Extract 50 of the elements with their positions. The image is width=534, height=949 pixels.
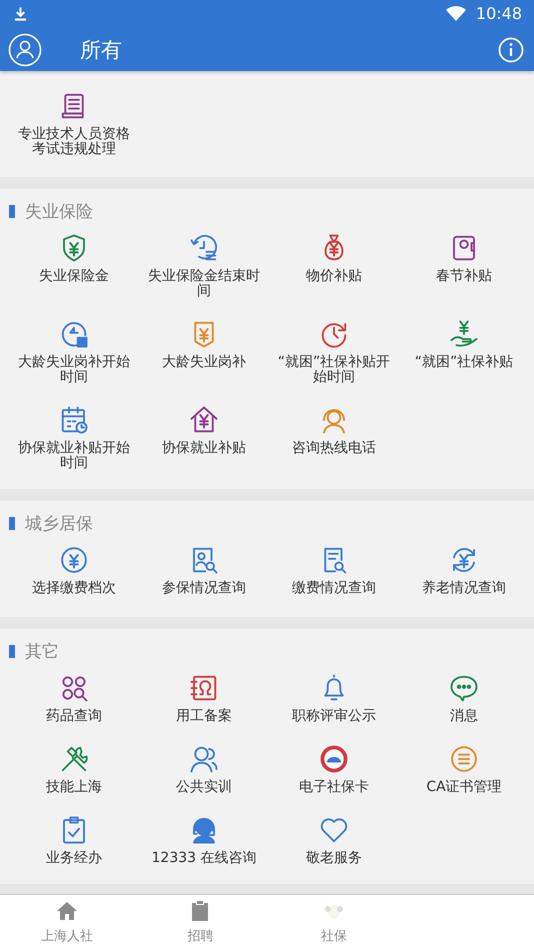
service-item[interactable]: 失业保险金: [9, 231, 139, 318]
service-item[interactable]: 敬老服务: [269, 813, 399, 884]
section-marker: [9, 644, 15, 658]
service-item[interactable]: 咨询热线电话: [269, 403, 399, 490]
service-item[interactable]: 物价补贴: [269, 231, 399, 318]
chat-icon: [449, 673, 479, 704]
section-title: 城乡居保: [25, 512, 93, 535]
service-item[interactable]: 大龄失业岗补开始时间: [9, 317, 139, 404]
emblem-icon: [319, 744, 349, 774]
section-title: 其它: [25, 640, 59, 663]
info-button[interactable]: [498, 36, 524, 63]
section-marker: [9, 204, 15, 218]
download-icon: [14, 6, 27, 22]
service-item[interactable]: 消息: [399, 671, 529, 742]
service-item[interactable]: 药品查询: [9, 671, 139, 742]
service-item[interactable]: “就困”社保补贴: [399, 317, 529, 404]
service-item[interactable]: 养老情况查询: [399, 543, 529, 618]
people-icon: [189, 744, 219, 774]
tab[interactable]: 社保: [267, 895, 400, 949]
clock-pause-icon: [59, 319, 89, 350]
service-item[interactable]: CA证书管理: [399, 742, 529, 814]
service-item[interactable]: 协保就业补贴开始时间: [9, 403, 139, 490]
service-item[interactable]: 春节补贴: [399, 231, 529, 318]
tab[interactable]: 上海人社: [0, 895, 134, 949]
service-item[interactable]: 选择缴费档次: [9, 543, 139, 618]
yen-circle-icon: [59, 545, 89, 576]
service-item[interactable]: 大龄失业岗补: [139, 317, 269, 404]
hand-yen-icon: [449, 319, 479, 350]
service-item[interactable]: 专业技术人员资格考试违规处理: [9, 89, 139, 176]
service-item[interactable]: 参保情况查询: [139, 543, 269, 618]
service-item[interactable]: 职称评审公示: [269, 671, 399, 742]
service-item[interactable]: 业务经办: [9, 813, 139, 884]
profile-button[interactable]: [8, 32, 42, 67]
section-title: 失业保险: [25, 200, 93, 223]
service-item[interactable]: 失业保险金结束时间: [139, 231, 269, 318]
service-item[interactable]: 12333 在线咨询: [139, 813, 269, 884]
status-time: 10:48: [476, 4, 522, 24]
service-item[interactable]: 协保就业补贴: [139, 403, 269, 490]
section-marker: [9, 516, 15, 530]
service-item[interactable]: “就困”社保补贴开始时间: [269, 317, 399, 404]
calendar-clock-icon: [59, 405, 89, 436]
wifi-icon: [446, 6, 466, 22]
header-title: 所有: [80, 36, 122, 64]
service-item[interactable]: 公共实训: [139, 742, 269, 814]
service-item[interactable]: 技能上海: [9, 742, 139, 814]
tab[interactable]: 招聘: [134, 895, 267, 949]
service-item[interactable]: 电子社保卡: [269, 742, 399, 814]
service-item[interactable]: 缴费情况查询: [269, 543, 399, 618]
list-circle-icon: [449, 744, 479, 774]
service-item[interactable]: 用工备案: [139, 671, 269, 742]
